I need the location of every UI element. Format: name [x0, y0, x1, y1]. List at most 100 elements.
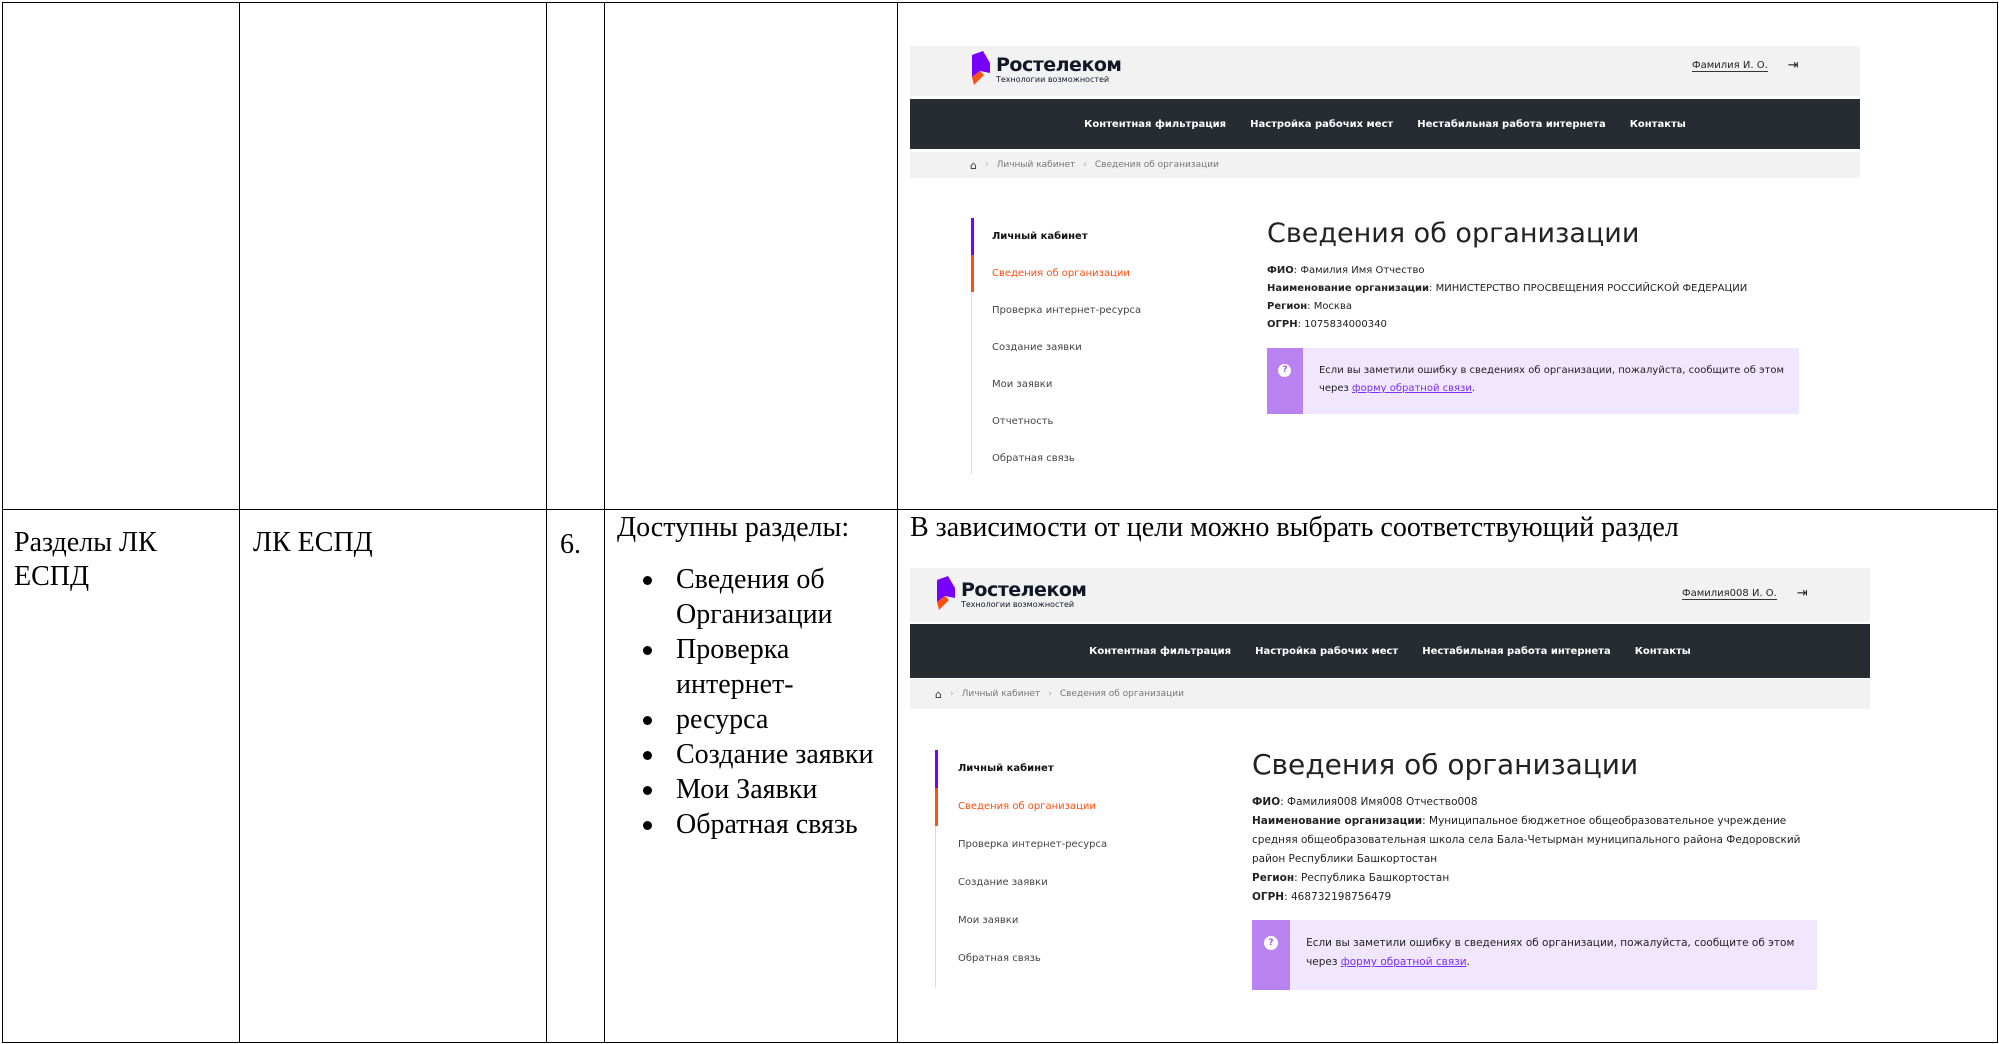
- nav-item-contacts[interactable]: Контакты: [1635, 646, 1691, 657]
- side-item-create-request[interactable]: Создание заявки: [936, 864, 1166, 902]
- notice-strip: ?: [1267, 348, 1303, 414]
- screenshot-org-info-1: Ростелеком Технологии возможностей Фамил…: [910, 46, 1860, 486]
- nav-item-contacts[interactable]: Контакты: [1630, 119, 1686, 130]
- nav-item-content-filter[interactable]: Контентная фильтрация: [1084, 119, 1226, 130]
- info-notice: ? Если вы заметили ошибку в сведениях об…: [1267, 348, 1799, 414]
- breadcrumb-item[interactable]: Личный кабинет: [962, 689, 1041, 699]
- main-nav: Контентная фильтрация Настройка рабочих …: [910, 624, 1870, 678]
- side-active-bar-orange: [971, 255, 974, 292]
- field-label: Регион: [1267, 301, 1308, 312]
- list-item: Обратная связь: [619, 807, 889, 842]
- nav-item-content-filter[interactable]: Контентная фильтрация: [1089, 646, 1231, 657]
- org-details: ФИО: Фамилия Имя Отчество Наименование о…: [1267, 265, 1748, 330]
- side-item-check-resource[interactable]: Проверка интернет-ресурса: [972, 292, 1192, 329]
- side-active-bar-orange: [935, 788, 938, 826]
- side-item-feedback[interactable]: Обратная связь: [972, 440, 1192, 477]
- side-item-cabinet[interactable]: Личный кабинет: [936, 750, 1166, 788]
- brand-logo: Ростелеком Технологии возможностей: [935, 574, 1087, 614]
- list-item: Создание заявки: [619, 737, 889, 772]
- brand-logo: Ростелеком Технологии возможностей: [970, 49, 1122, 89]
- table-cell-r1c3: [546, 2, 605, 510]
- field-label: ФИО: [1252, 796, 1281, 808]
- user-name[interactable]: Фамилия И. О.: [1692, 60, 1768, 72]
- feedback-link[interactable]: форму обратной связи: [1341, 956, 1467, 968]
- home-icon[interactable]: ⌂: [970, 159, 977, 172]
- rostelecom-logo-icon: [970, 51, 990, 87]
- side-item-feedback[interactable]: Обратная связь: [936, 940, 1166, 978]
- rostelecom-logo-icon: [935, 576, 955, 612]
- main-nav: Контентная фильтрация Настройка рабочих …: [910, 99, 1860, 149]
- field-value: 1075834000340: [1304, 319, 1387, 330]
- nav-item-workplace-setup[interactable]: Настройка рабочих мест: [1250, 119, 1393, 130]
- table-cell-r1c1: [2, 2, 240, 510]
- field-label: Наименование организации: [1267, 283, 1430, 294]
- user-menu[interactable]: Фамилия008 И. О. ⇥: [1682, 586, 1808, 601]
- screenshot-org-info-2: Ростелеком Технологии возможностей Фамил…: [910, 568, 1870, 1008]
- side-item-create-request[interactable]: Создание заявки: [972, 329, 1192, 366]
- side-item-cabinet[interactable]: Личный кабинет: [972, 218, 1192, 255]
- logo-name: Ростелеком: [961, 578, 1087, 601]
- side-item-check-resource[interactable]: Проверка интернет-ресурса: [936, 826, 1166, 864]
- nav-item-unstable-internet[interactable]: Нестабильная работа интернета: [1422, 646, 1611, 657]
- user-menu[interactable]: Фамилия И. О. ⇥: [1692, 58, 1799, 73]
- table-cell-r1c2: [239, 2, 547, 510]
- list-item: ресурса: [619, 702, 889, 737]
- logo-subtitle: Технологии возможностей: [961, 599, 1075, 609]
- field-label: Наименование организации: [1252, 815, 1423, 827]
- field-label: ФИО: [1267, 265, 1294, 276]
- field-label: ОГРН: [1252, 891, 1285, 903]
- logo-subtitle: Технологии возможностей: [996, 74, 1110, 84]
- home-icon[interactable]: ⌂: [935, 688, 942, 701]
- sections-heading: Доступны разделы:: [617, 512, 850, 543]
- section-name: Разделы ЛК ЕСПД: [14, 527, 157, 592]
- side-item-org-info[interactable]: Сведения об организации: [972, 255, 1192, 292]
- user-name[interactable]: Фамилия008 И. О.: [1682, 588, 1777, 600]
- side-menu: Личный кабинет Сведения об организации П…: [971, 218, 1192, 474]
- logout-icon[interactable]: ⇥: [1788, 58, 1799, 73]
- field-label: Регион: [1252, 872, 1295, 884]
- notice-text: Если вы заметили ошибку в сведениях об о…: [1318, 365, 1785, 394]
- step-number: 6.: [560, 529, 581, 560]
- breadcrumb-item: Сведения об организации: [1059, 689, 1184, 699]
- info-notice: ? Если вы заметили ошибку в сведениях об…: [1252, 920, 1817, 990]
- side-menu: Личный кабинет Сведения об организации П…: [935, 750, 1166, 988]
- side-active-bar-purple: [935, 750, 938, 788]
- nav-item-unstable-internet[interactable]: Нестабильная работа интернета: [1417, 119, 1606, 130]
- field-value: Республика Башкортостан: [1301, 872, 1450, 884]
- table-cell-r2c3: [546, 509, 605, 1043]
- sections-list: Сведения об Организации Проверка интерне…: [619, 562, 889, 842]
- list-item: Мои Заявки: [619, 772, 889, 807]
- breadcrumb-item[interactable]: Личный кабинет: [997, 160, 1076, 170]
- side-active-bar-purple: [971, 218, 974, 255]
- field-label: ОГРН: [1267, 319, 1298, 330]
- logo-name: Ростелеком: [996, 53, 1122, 76]
- notice-text: Если вы заметили ошибку в сведениях об о…: [1306, 937, 1795, 968]
- breadcrumb-item: Сведения об организации: [1094, 160, 1219, 170]
- field-value: Фамилия008 Имя008 Отчество008: [1287, 796, 1478, 808]
- page-title: Сведения об организации: [1267, 218, 1640, 249]
- page-title: Сведения об организации: [1252, 748, 1639, 781]
- side-item-my-requests[interactable]: Мои заявки: [936, 902, 1166, 940]
- list-item: Проверка интернет-: [619, 632, 889, 702]
- field-value: Фамилия Имя Отчество: [1300, 265, 1425, 276]
- notice-strip: ?: [1252, 920, 1291, 990]
- logout-icon[interactable]: ⇥: [1797, 586, 1808, 601]
- description-text: В зависимости от цели можно выбрать соот…: [910, 512, 1679, 543]
- side-item-my-requests[interactable]: Мои заявки: [972, 366, 1192, 403]
- field-value: 468732198756479: [1291, 891, 1392, 903]
- breadcrumb: ⌂ › Личный кабинет › Сведения об организ…: [910, 679, 1870, 709]
- field-value: Москва: [1313, 301, 1352, 312]
- side-item-org-info[interactable]: Сведения об организации: [936, 788, 1166, 826]
- org-details: ФИО: Фамилия008 Имя008 Отчество008 Наиме…: [1252, 796, 1801, 903]
- question-icon: ?: [1264, 936, 1279, 950]
- side-item-reports[interactable]: Отчетность: [972, 403, 1192, 440]
- feedback-link[interactable]: форму обратной связи: [1352, 383, 1472, 394]
- field-value: МИНИСТЕРСТВО ПРОСВЕЩЕНИЯ РОССИЙСКОЙ ФЕДЕ…: [1435, 283, 1748, 294]
- breadcrumb: ⌂ › Личный кабинет › Сведения об организ…: [910, 152, 1860, 178]
- table-cell-r2c2: [239, 509, 547, 1043]
- list-item: Сведения об Организации: [619, 562, 889, 632]
- system-name: ЛК ЕСПД: [253, 527, 373, 558]
- nav-item-workplace-setup[interactable]: Настройка рабочих мест: [1255, 646, 1398, 657]
- table-cell-r1c4: [604, 2, 898, 510]
- question-icon: ?: [1278, 364, 1292, 377]
